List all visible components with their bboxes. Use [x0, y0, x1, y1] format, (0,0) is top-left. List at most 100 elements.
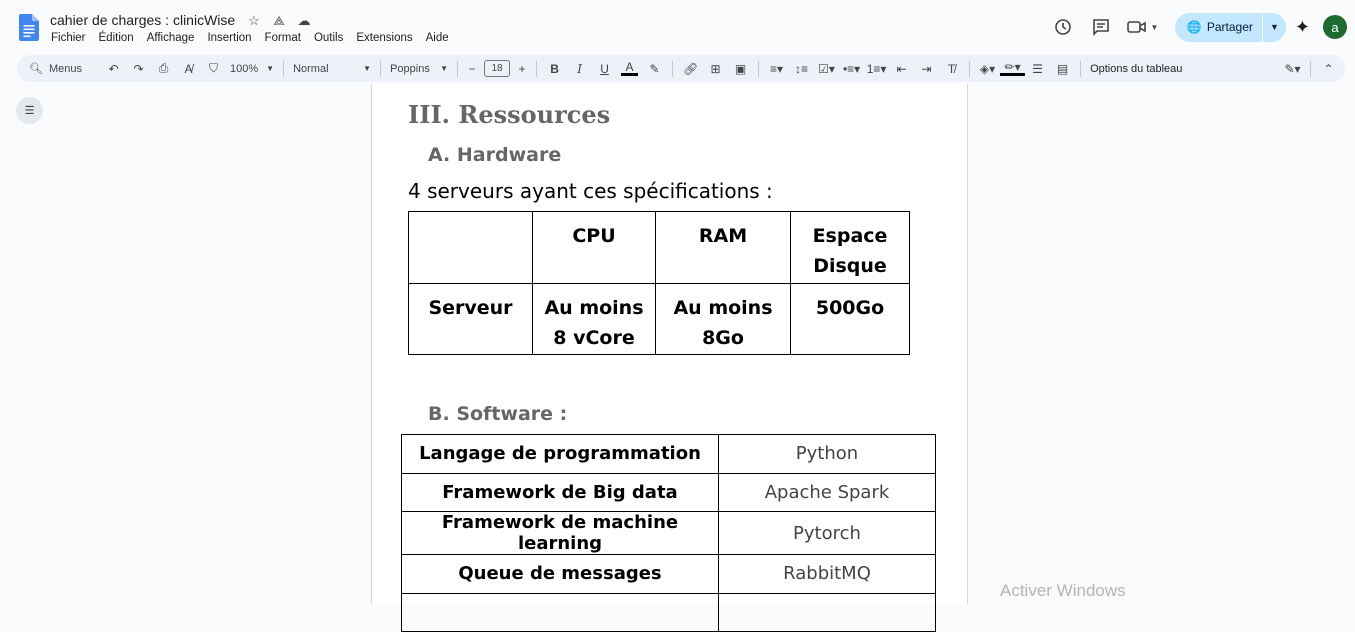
increase-font-size-icon[interactable]: + [513, 62, 531, 76]
menu-tools[interactable]: Outils [314, 32, 343, 44]
bulleted-list-icon[interactable]: •≡▾ [839, 62, 864, 76]
table-cell[interactable] [718, 592, 936, 632]
share-main-button[interactable]: 🌐 Partager [1175, 13, 1262, 42]
zoom-select[interactable]: 100% ▼ [226, 63, 278, 75]
toolbar-divider [1080, 60, 1082, 77]
table-cell[interactable]: Serveur [408, 283, 533, 355]
table-row: Serveur Au moins 8 vCore Au moins 8Go 50… [408, 283, 910, 355]
star-icon[interactable]: ☆ [246, 13, 262, 29]
table-row: Langage de programmation Python [401, 434, 936, 474]
globe-icon: 🌐 [1186, 20, 1202, 34]
table-cell[interactable]: Framework de machine learning [401, 511, 719, 555]
docs-logo-icon[interactable] [19, 14, 39, 41]
border-color-icon[interactable]: ✏▾ [1000, 61, 1026, 76]
heading-resources: III. Ressources [408, 100, 611, 129]
document-page[interactable]: III. Ressources A. Hardware 4 serveurs a… [371, 84, 968, 632]
font-value: Poppins [390, 62, 430, 75]
text-color-icon[interactable]: A [621, 61, 639, 76]
table-cell[interactable]: Pytorch [718, 511, 936, 555]
avatar[interactable]: a [1323, 15, 1347, 39]
table-cell[interactable]: Au moins 8Go [655, 283, 791, 355]
table-options-button[interactable]: Options du tableau [1090, 63, 1182, 75]
menu-extensions[interactable]: Extensions [356, 32, 412, 44]
menu-edit[interactable]: Édition [99, 32, 134, 44]
menu-insert[interactable]: Insertion [207, 32, 251, 44]
checklist-icon[interactable]: ☑▾ [814, 62, 839, 76]
table-cell[interactable]: Python [718, 434, 936, 474]
redo-icon[interactable]: ↷ [126, 62, 151, 76]
version-history-icon[interactable] [1049, 13, 1077, 41]
heading-software: B. Software : [428, 403, 568, 425]
menu-format[interactable]: Format [265, 32, 301, 44]
table-cell[interactable]: Espace Disque [790, 211, 910, 284]
toolbar-divider [969, 60, 971, 77]
border-width-icon[interactable]: ☰ [1025, 62, 1050, 76]
add-comment-icon[interactable]: ⊞ [703, 62, 728, 76]
menus-search-button[interactable]: 🔍︎ Menus [21, 58, 101, 79]
toolbar-divider [1310, 60, 1311, 77]
table-cell[interactable]: RabbitMQ [718, 554, 936, 594]
collapse-menus-icon[interactable]: ⌃ [1316, 62, 1341, 76]
highlight-icon[interactable]: ✎ [642, 62, 667, 76]
paint-format-icon[interactable]: ⛉ [201, 61, 226, 76]
italic-icon[interactable]: I [567, 62, 592, 76]
increase-indent-icon[interactable]: ⇥ [914, 62, 939, 76]
comments-icon[interactable] [1087, 13, 1115, 41]
decrease-indent-icon[interactable]: ⇤ [889, 62, 914, 76]
document-outline-icon[interactable]: ☰ [16, 97, 43, 124]
cloud-status-icon[interactable]: ☁ [296, 13, 312, 29]
document-title[interactable]: cahier de charges : clinicWise [50, 12, 235, 28]
toolbar-divider [536, 60, 538, 77]
table-cell[interactable]: Apache Spark [718, 472, 936, 512]
table-row: Queue de messages RabbitMQ [401, 554, 936, 594]
print-icon[interactable]: ⎙ [151, 61, 176, 76]
table-cell[interactable] [408, 211, 533, 284]
insert-image-icon[interactable]: ▣ [728, 62, 753, 76]
meet-icon[interactable]: ▼ [1125, 13, 1161, 41]
table-cell[interactable]: CPU [532, 211, 656, 284]
chevron-down-icon: ▼ [266, 64, 275, 73]
title-bar: cahier de charges : clinicWise ☆ ⟁ ☁ Fic… [0, 0, 1355, 52]
gemini-sparkle-icon[interactable]: ✦ [1295, 17, 1310, 38]
move-to-drive-icon[interactable]: ⟁ [271, 13, 287, 29]
share-dropdown-button[interactable]: ▼ [1261, 12, 1286, 42]
formatting-toolbar: 🔍︎ Menus ↶ ↷ ⎙ A̸ ⛉ 100% ▼ Normal ▼ Poppin… [17, 55, 1345, 82]
table-cell[interactable]: 500Go [790, 283, 910, 355]
decrease-font-size-icon[interactable]: − [463, 62, 481, 76]
table-cell[interactable]: Queue de messages [401, 554, 719, 594]
table-cell[interactable]: Au moins 8 vCore [532, 283, 656, 355]
toolbar-divider [380, 60, 382, 77]
align-icon[interactable]: ≡▾ [764, 62, 789, 76]
table-row [401, 592, 936, 632]
share-button[interactable]: 🌐 Partager ▼ [1174, 12, 1286, 42]
share-label: Partager [1206, 20, 1253, 34]
heading-hardware: A. Hardware [428, 144, 562, 166]
table-cell[interactable] [401, 592, 719, 632]
underline-icon[interactable]: U [592, 62, 617, 76]
link-icon[interactable]: 🔗︎ [678, 62, 703, 76]
menu-file[interactable]: Fichier [51, 32, 86, 44]
hardware-intro: 4 serveurs ayant ces spécifications : [408, 179, 773, 203]
menu-view[interactable]: Affichage [147, 32, 195, 44]
chevron-down-icon: ▼ [1150, 22, 1159, 32]
line-spacing-icon[interactable]: ↕≡ [789, 62, 814, 76]
font-select[interactable]: Poppins ▼ [386, 63, 452, 75]
editing-mode-icon[interactable]: ✎▾ [1280, 62, 1305, 76]
software-table: Langage de programmation Python Framewor… [401, 434, 936, 632]
table-cell[interactable]: Langage de programmation [401, 434, 719, 474]
style-select[interactable]: Normal ▼ [289, 63, 375, 75]
font-size-input[interactable]: 18 [484, 60, 511, 77]
spellcheck-icon[interactable]: A̸ [176, 62, 201, 76]
menu-help[interactable]: Aide [426, 32, 449, 44]
chevron-down-icon: ▼ [440, 64, 449, 73]
table-cell[interactable]: Framework de Big data [401, 472, 719, 512]
numbered-list-icon[interactable]: 1≡▾ [864, 62, 889, 76]
bold-icon[interactable]: B [542, 62, 567, 76]
table-cell[interactable]: RAM [655, 211, 791, 284]
border-dash-icon[interactable]: ▤ [1050, 62, 1075, 76]
menus-search-label: Menus [48, 62, 82, 75]
clear-formatting-icon[interactable]: T̸ [939, 62, 964, 76]
table-row: Framework de Big data Apache Spark [401, 472, 936, 512]
undo-icon[interactable]: ↶ [101, 62, 126, 76]
cell-fill-color-icon[interactable]: ◈▾ [975, 62, 1000, 76]
